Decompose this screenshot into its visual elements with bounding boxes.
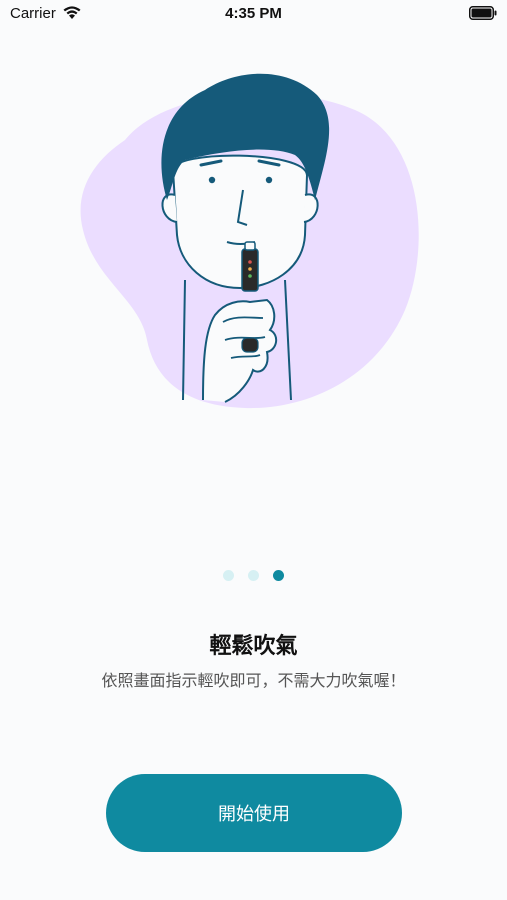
left-eye (208, 176, 216, 184)
page-indicator (0, 570, 507, 582)
status-bar: Carrier 4:35 PM (0, 0, 507, 28)
start-button[interactable]: 開始使用 (106, 774, 402, 852)
page-title: 輕鬆吹氣 (209, 634, 298, 659)
page-dot[interactable] (248, 570, 259, 581)
status-time: 4:35 PM (225, 5, 282, 22)
breathalyzer-illustration (80, 73, 419, 409)
page-subtitle: 依照畫面指示輕吹即可，不需大力吹氣喔！ (101, 671, 406, 690)
page-dot[interactable] (223, 570, 234, 581)
page-dot[interactable] (273, 570, 284, 581)
right-eye (265, 176, 273, 184)
battery-icon (469, 6, 497, 20)
